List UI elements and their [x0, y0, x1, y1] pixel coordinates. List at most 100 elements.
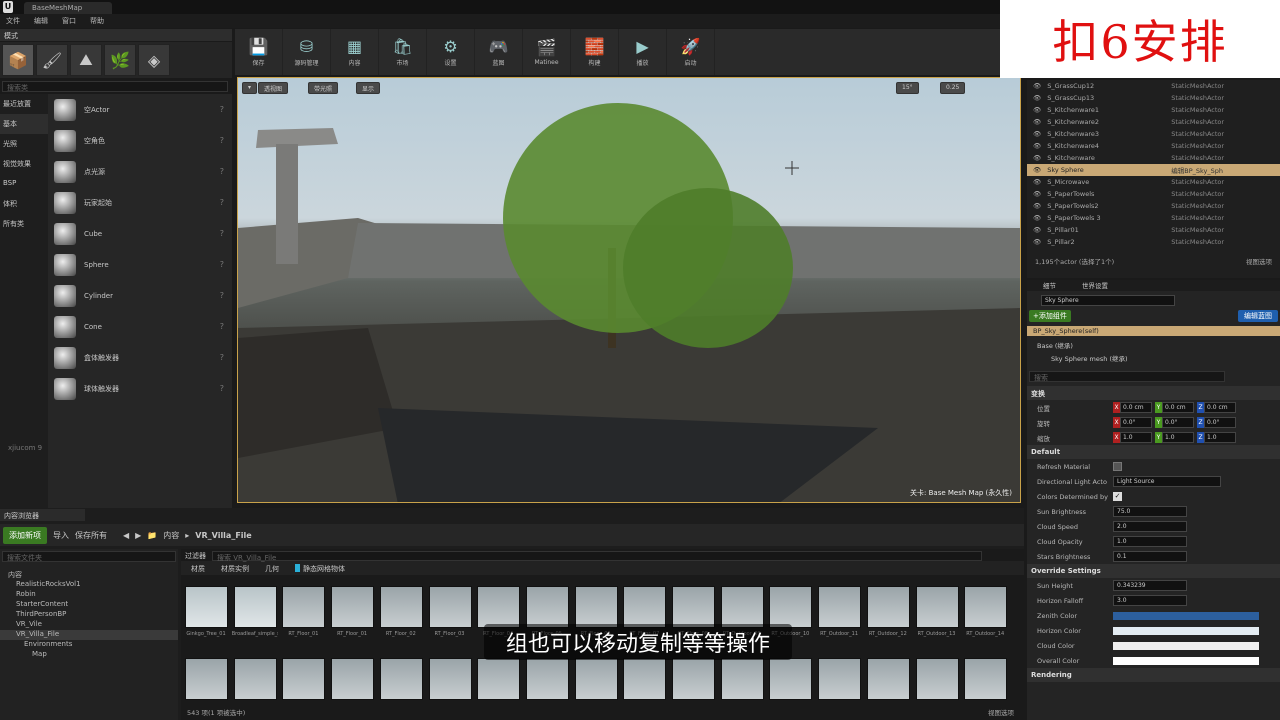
asset-thumbnail[interactable]: [672, 586, 715, 628]
forward-arrow-icon[interactable]: ▶: [135, 531, 141, 540]
list-item[interactable]: Environments: [0, 640, 178, 650]
list-item[interactable]: Robin: [0, 590, 178, 600]
eye-icon[interactable]: 👁: [1033, 226, 1041, 234]
asset-thumbnail[interactable]: [525, 586, 569, 628]
tab-world-settings[interactable]: 世界设置: [1082, 280, 1108, 291]
category-visual-effects[interactable]: 视觉效果: [0, 154, 48, 174]
save-button[interactable]: 💾 保存: [235, 29, 283, 75]
eye-icon[interactable]: 👁: [1033, 94, 1041, 102]
asset-thumbnail[interactable]: [574, 658, 618, 700]
asset-thumbnail[interactable]: [818, 658, 862, 700]
table-row[interactable]: 👁 S_PaperTowels StaticMeshActor: [1027, 188, 1280, 200]
location-y[interactable]: 0.0 cm: [1162, 402, 1194, 413]
asset-thumbnail[interactable]: [964, 586, 1008, 628]
asset-thumbnail[interactable]: [379, 586, 423, 628]
build-button[interactable]: 🧱 构建: [571, 29, 619, 75]
asset-thumbnail[interactable]: [233, 658, 277, 700]
asset-thumbnail[interactable]: [720, 658, 764, 700]
help-icon[interactable]: ?: [220, 291, 224, 300]
list-item[interactable]: Cylinder?: [48, 280, 232, 311]
asset-thumbnail[interactable]: [233, 586, 277, 628]
asset-thumbnail[interactable]: [915, 658, 959, 700]
help-icon[interactable]: ?: [220, 198, 224, 207]
table-row[interactable]: 👁 S_Kitchenware1 StaticMeshActor: [1027, 104, 1280, 116]
help-icon[interactable]: ?: [220, 136, 224, 145]
add-new-button[interactable]: 添加新项: [3, 526, 47, 544]
lit-mode-button[interactable]: 带光照: [308, 82, 339, 94]
category-volumes[interactable]: 体积: [0, 194, 48, 214]
transform-section[interactable]: 变换: [1027, 386, 1280, 400]
component-mesh[interactable]: Sky Sphere mesh (继承): [1027, 350, 1280, 363]
default-section[interactable]: Default: [1027, 445, 1280, 459]
eye-icon[interactable]: 👁: [1033, 118, 1041, 126]
save-all-button[interactable]: 保存所有: [75, 530, 107, 541]
geometry-mode-icon[interactable]: ◈: [138, 44, 170, 76]
cloud-color-swatch[interactable]: [1113, 641, 1259, 650]
matinee-button[interactable]: 🎬 Matinee: [523, 29, 571, 75]
foliage-mode-icon[interactable]: 🌿: [104, 44, 136, 76]
zenith-color-swatch[interactable]: [1113, 611, 1259, 620]
help-icon[interactable]: ?: [220, 384, 224, 393]
table-row[interactable]: 👁 S_PaperTowels 3 StaticMeshActor: [1027, 212, 1280, 224]
colors-by-sun-checkbox[interactable]: ✓: [1113, 492, 1122, 501]
filter-chip-material-instance[interactable]: 材质实例: [221, 564, 249, 573]
rotation-y[interactable]: 0.0°: [1162, 417, 1194, 428]
rotation-z[interactable]: 0.0°: [1204, 417, 1236, 428]
asset-thumbnail[interactable]: [282, 586, 326, 628]
filter-chip-geometry[interactable]: 几何: [265, 564, 279, 573]
asset-thumbnail[interactable]: [282, 658, 326, 700]
list-item[interactable]: 空Actor?: [48, 94, 232, 125]
asset-thumbnail[interactable]: [525, 658, 569, 700]
import-button[interactable]: 导入: [53, 530, 69, 541]
asset-thumbnail[interactable]: [866, 658, 910, 700]
viewport-options-button[interactable]: ▾: [242, 82, 258, 94]
sun-height-input[interactable]: 0.343239: [1113, 580, 1187, 591]
horizon-falloff-input[interactable]: 3.0: [1113, 595, 1187, 606]
list-item[interactable]: StarterContent: [0, 600, 178, 610]
play-button[interactable]: ▶ 播放: [619, 29, 667, 75]
asset-thumbnail[interactable]: [769, 586, 813, 628]
outliner-view-options[interactable]: 视图选项: [1246, 256, 1272, 266]
eye-icon[interactable]: 👁: [1033, 202, 1041, 210]
list-item[interactable]: 球体触发器?: [48, 373, 232, 404]
tab-details[interactable]: 细节: [1043, 280, 1056, 291]
scale-x[interactable]: 1.0: [1120, 432, 1152, 443]
asset-thumbnail[interactable]: [477, 586, 521, 628]
rotation-x[interactable]: 0.0°: [1120, 417, 1152, 428]
eye-icon[interactable]: 👁: [1033, 238, 1041, 246]
list-item[interactable]: VR_Villa_File: [0, 630, 178, 640]
table-row[interactable]: 👁 S_Kitchenware4 StaticMeshActor: [1027, 140, 1280, 152]
list-item[interactable]: 空角色?: [48, 125, 232, 156]
asset-thumbnail[interactable]: [428, 658, 472, 700]
filter-chip-material[interactable]: 材质: [191, 564, 205, 573]
asset-thumbnail[interactable]: [428, 586, 472, 628]
component-base[interactable]: Base (继承): [1027, 336, 1280, 350]
asset-thumbnail[interactable]: [185, 586, 228, 628]
table-row[interactable]: 👁 S_Pillar01 StaticMeshActor: [1027, 224, 1280, 236]
eye-icon[interactable]: 👁: [1033, 190, 1041, 198]
asset-thumbnail[interactable]: [623, 586, 667, 628]
asset-thumbnail[interactable]: [379, 658, 423, 700]
table-row[interactable]: 👁 S_PaperTowels2 StaticMeshActor: [1027, 200, 1280, 212]
path-folder[interactable]: VR_Villa_File: [195, 531, 251, 540]
landscape-mode-icon[interactable]: ⛰: [70, 44, 102, 76]
back-arrow-icon[interactable]: ◀: [123, 531, 129, 540]
category-basic[interactable]: 基本: [0, 114, 48, 134]
list-item[interactable]: RealisticRocksVol1: [0, 580, 178, 590]
list-item[interactable]: Sphere?: [48, 249, 232, 280]
horizon-color-swatch[interactable]: [1113, 626, 1259, 635]
launch-button[interactable]: 🚀 启动: [667, 29, 715, 75]
list-item[interactable]: Cube?: [48, 218, 232, 249]
category-all-classes[interactable]: 所有类: [0, 214, 48, 234]
asset-thumbnail[interactable]: [672, 658, 715, 700]
asset-thumbnail[interactable]: [574, 586, 618, 628]
component-root[interactable]: BP_Sky_Sphere(self): [1027, 326, 1280, 336]
marketplace-button[interactable]: 🛍 市场: [379, 29, 427, 75]
help-icon[interactable]: ?: [220, 229, 224, 238]
details-search-input[interactable]: 搜索: [1029, 371, 1225, 382]
filter-chip-static-mesh[interactable]: 静态网格物体: [295, 564, 345, 573]
eye-icon[interactable]: 👁: [1033, 154, 1041, 162]
eye-icon[interactable]: 👁: [1033, 178, 1041, 186]
table-row[interactable]: 👁 S_GrassCup12 StaticMeshActor: [1027, 80, 1280, 92]
show-button[interactable]: 显示: [356, 82, 381, 94]
